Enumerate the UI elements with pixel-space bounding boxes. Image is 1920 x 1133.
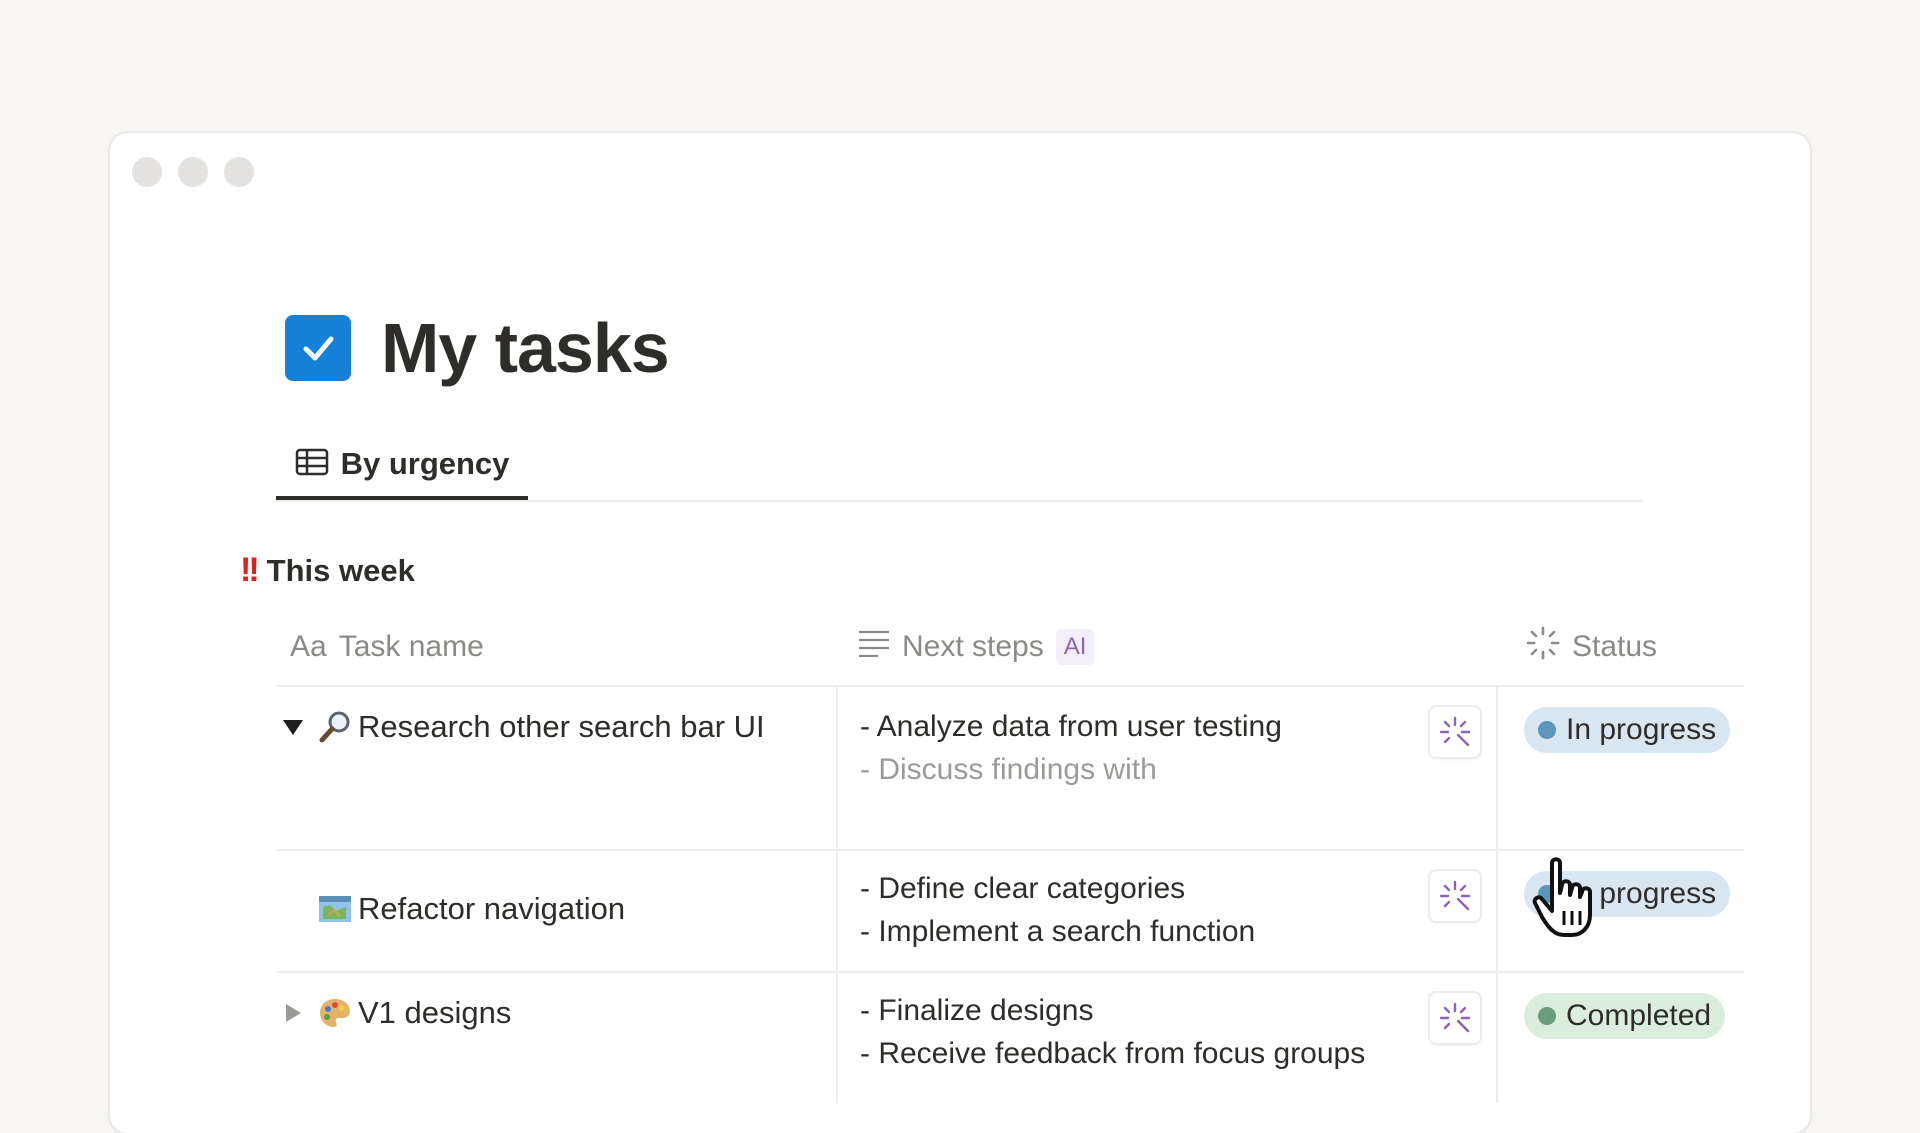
table-header: Aa Task name Next steps AI Status [276,609,1744,687]
group-header[interactable]: !! This week [240,551,415,590]
palette-icon [318,996,352,1030]
task-name: Refactor navigation [358,891,626,926]
task-name-cell[interactable]: Refactor navigation [276,851,836,971]
status-badge[interactable]: Completed [1524,993,1726,1039]
table-icon [295,448,329,481]
text-lines-icon [858,629,890,665]
toggle-expanded-icon[interactable] [276,718,310,736]
status-dot-icon [1538,721,1556,739]
page-header: My tasks [285,308,670,388]
column-header-task-name[interactable]: Aa Task name [276,630,836,664]
next-steps-cell[interactable]: - Analyze data from user testing - Discu… [836,687,1498,849]
next-steps-cell[interactable]: - Finalize designs - Receive feedback fr… [836,973,1498,1103]
status-label: In progress [1566,713,1717,746]
ai-autofill-button[interactable] [1430,871,1480,921]
magnifying-glass-icon [318,710,352,744]
status-spinner-icon [1526,626,1560,668]
column-label: Next steps [902,630,1044,663]
column-header-status[interactable]: Status [1498,626,1744,668]
step-line: - Implement a search function [860,915,1256,948]
window-maximize-button[interactable] [224,157,254,187]
table-row[interactable]: Refactor navigation - Define clear categ… [276,851,1744,973]
task-name-cell[interactable]: V1 designs [276,973,836,1103]
status-badge[interactable]: In progress [1524,707,1731,753]
status-dot-icon [1538,1007,1556,1025]
text-type-icon: Aa [290,630,327,663]
status-label: Completed [1566,999,1712,1032]
hand-pointer-cursor-icon [1532,855,1612,950]
status-cell[interactable]: In progress [1498,687,1744,849]
view-tabs: By urgency [276,438,1643,502]
page-title[interactable]: My tasks [381,308,670,388]
step-line: - Discuss findings with [860,753,1157,786]
ai-autofill-button[interactable] [1430,993,1480,1043]
step-line: - Receive feedback from focus groups [860,1037,1366,1070]
task-name: Research other search bar UI [358,709,765,744]
table-row[interactable]: Research other search bar UI - Analyze d… [276,687,1744,851]
window-controls [132,157,254,187]
tab-by-urgency[interactable]: By urgency [276,438,528,500]
column-label: Task name [338,630,484,663]
table-row[interactable]: V1 designs - Finalize designs - Receive … [276,973,1744,1103]
step-line: - Finalize designs [860,994,1094,1027]
ai-autofill-button[interactable] [1430,707,1480,757]
checkbox-icon[interactable] [285,315,351,381]
status-cell[interactable]: Completed [1498,973,1744,1103]
tasks-table: Aa Task name Next steps AI Status Resear… [276,609,1744,1103]
step-line: - Analyze data from user testing [860,710,1282,743]
window-close-button[interactable] [132,157,162,187]
ai-badge: AI [1055,629,1095,665]
group-title: This week [266,552,415,588]
map-icon [318,892,352,926]
task-name-cell[interactable]: Research other search bar UI [276,687,836,849]
column-label: Status [1572,630,1658,663]
next-steps-cell[interactable]: - Define clear categories - Implement a … [836,851,1498,971]
app-window: My tasks By urgency !! This week Aa Task… [110,133,1810,1133]
double-exclamation-icon: !! [240,551,260,589]
window-minimize-button[interactable] [178,157,208,187]
toggle-collapsed-icon[interactable] [276,1003,310,1023]
column-header-next-steps[interactable]: Next steps AI [836,629,1498,665]
tab-label: By urgency [340,446,510,481]
task-name: V1 designs [358,995,512,1030]
step-line: - Define clear categories [860,872,1186,905]
